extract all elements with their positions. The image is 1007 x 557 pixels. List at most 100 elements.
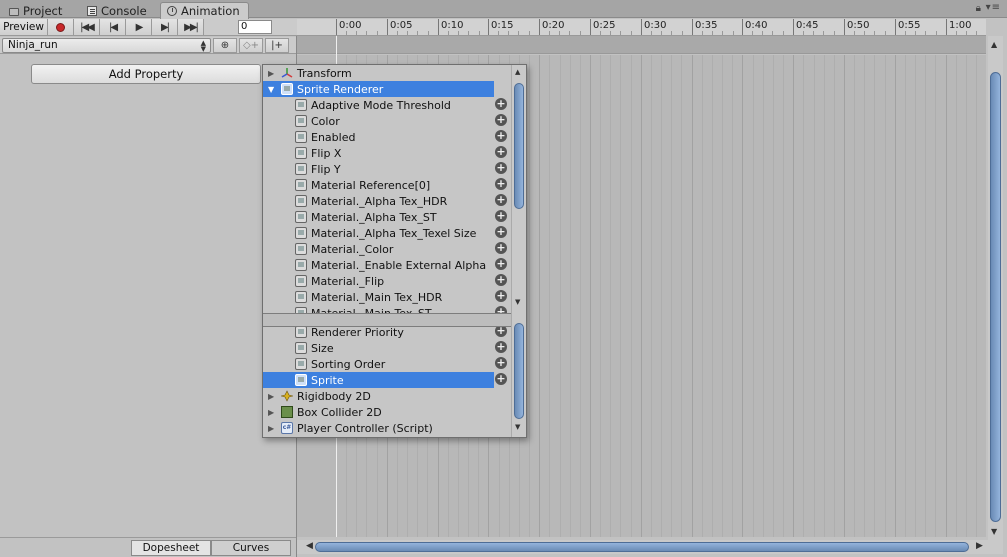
- add-icon[interactable]: +: [495, 98, 507, 110]
- property-row-material-main-tex-hdr[interactable]: Material._Main Tex_HDR +: [263, 289, 511, 305]
- timeline-gridline: [885, 55, 886, 537]
- sprite-renderer-icon: [295, 243, 307, 255]
- property-row-adaptive-mode-threshold[interactable]: Adaptive Mode Threshold +: [263, 97, 511, 113]
- ruler-minor-tick: [549, 31, 550, 35]
- collapsed-arrow-icon[interactable]: ▶: [268, 392, 274, 401]
- timeline-gridline: [549, 55, 550, 537]
- property-row-enabled[interactable]: Enabled +: [263, 129, 511, 145]
- event-row[interactable]: [297, 36, 986, 54]
- tab-menu-icon[interactable]: ▾≡: [986, 2, 1001, 13]
- first-keyframe-icon: |◀◀: [80, 21, 95, 33]
- timeline-gridline: [692, 55, 693, 537]
- frame-field[interactable]: 0: [238, 20, 272, 34]
- add-icon[interactable]: +: [495, 210, 507, 222]
- property-row-size[interactable]: Size +: [263, 340, 511, 356]
- sprite-renderer-icon: [295, 374, 307, 386]
- ruler-time-label: 0:50: [847, 20, 870, 31]
- time-ruler[interactable]: 0:00 0:05 0:10 0:15 0:20 0:25 0:30 0:35 0:40 0:45…: [297, 19, 986, 36]
- add-icon[interactable]: +: [495, 226, 507, 238]
- add-icon[interactable]: +: [495, 290, 507, 302]
- component-row-sprite-renderer[interactable]: ▼ Sprite Renderer: [263, 81, 494, 97]
- collapsed-arrow-icon[interactable]: ▶: [268, 424, 274, 433]
- popup-scroll-thumb-lower[interactable]: [514, 323, 524, 419]
- add-icon[interactable]: +: [495, 130, 507, 142]
- property-row-sprite[interactable]: Sprite +: [263, 372, 507, 388]
- ruler-minor-tick: [956, 31, 957, 35]
- horizontal-scroll-thumb[interactable]: [315, 542, 969, 552]
- scroll-left-icon[interactable]: ◀: [306, 541, 313, 551]
- add-icon[interactable]: +: [495, 373, 507, 385]
- ruler-minor-tick: [722, 31, 723, 35]
- ruler-minor-tick: [366, 31, 367, 35]
- scroll-up-icon[interactable]: ▲: [991, 40, 997, 49]
- add-icon[interactable]: +: [495, 242, 507, 254]
- add-icon[interactable]: +: [495, 146, 507, 158]
- ruler-minor-tick: [498, 31, 499, 35]
- property-row-material-alpha-tex-texel-size[interactable]: Material._Alpha Tex_Texel Size +: [263, 225, 511, 241]
- component-row-transform[interactable]: ▶ Transform: [263, 65, 511, 81]
- add-icon[interactable]: +: [495, 114, 507, 126]
- collapsed-arrow-icon[interactable]: ▶: [268, 408, 274, 417]
- previous-keyframe-button[interactable]: |◀: [100, 19, 126, 35]
- tab-project[interactable]: Project: [2, 2, 71, 19]
- sprite-renderer-icon: [295, 163, 307, 175]
- playhead-marker[interactable]: [336, 36, 337, 55]
- clip-dropdown[interactable]: Ninja_run ▲ ▼: [2, 37, 211, 53]
- console-icon: [87, 6, 97, 16]
- add-icon[interactable]: +: [495, 357, 507, 369]
- component-row-player-controller-script[interactable]: ▶ c# Player Controller (Script): [263, 420, 511, 436]
- vertical-scrollbar[interactable]: ▲ ▼: [988, 36, 1003, 540]
- add-icon[interactable]: +: [495, 341, 507, 353]
- vertical-scroll-thumb[interactable]: [990, 72, 1001, 522]
- timeline-gridline: [722, 55, 723, 537]
- first-keyframe-button[interactable]: |◀◀: [74, 19, 100, 35]
- property-row-material-enable-external-alpha[interactable]: Material._Enable External Alpha +: [263, 257, 511, 273]
- add-event-button[interactable]: |+: [265, 37, 289, 53]
- property-row-flip-x[interactable]: Flip X +: [263, 145, 511, 161]
- ruler-major-tick: [387, 19, 388, 35]
- curves-tab[interactable]: Curves: [211, 540, 291, 556]
- component-row-box-collider-2d[interactable]: ▶ Box Collider 2D: [263, 404, 511, 420]
- property-row-material-flip[interactable]: Material._Flip +: [263, 273, 511, 289]
- lock-icon[interactable]: 🔒︎: [976, 3, 981, 14]
- add-keyframe-button[interactable]: ◇+: [239, 37, 263, 53]
- property-row-material-alpha-tex-hdr[interactable]: Material._Alpha Tex_HDR +: [263, 193, 511, 209]
- ruler-minor-tick: [854, 31, 855, 35]
- record-button[interactable]: [48, 19, 74, 35]
- ruler-minor-tick: [377, 31, 378, 35]
- ruler-major-tick: [336, 19, 337, 35]
- preview-button[interactable]: Preview: [0, 19, 48, 35]
- property-row-material-alpha-tex-st[interactable]: Material._Alpha Tex_ST +: [263, 209, 511, 225]
- play-button[interactable]: ▶: [126, 19, 152, 35]
- add-icon[interactable]: +: [495, 194, 507, 206]
- property-row-flip-y[interactable]: Flip Y +: [263, 161, 511, 177]
- add-property-button[interactable]: Add Property: [31, 64, 261, 84]
- popup-scrollbar[interactable]: ▲ ▼ ▼: [511, 65, 526, 437]
- add-icon[interactable]: +: [495, 162, 507, 174]
- property-row-sorting-order[interactable]: Sorting Order +: [263, 356, 511, 372]
- scroll-right-icon[interactable]: ▶: [976, 541, 983, 551]
- dopesheet-tab[interactable]: Dopesheet: [131, 540, 211, 556]
- add-icon[interactable]: +: [495, 258, 507, 270]
- popup-scroll-down-icon-lower[interactable]: ▼: [515, 423, 520, 431]
- component-row-rigidbody-2d[interactable]: ▶ Rigidbody 2D: [263, 388, 511, 404]
- popup-scroll-up-icon[interactable]: ▲: [515, 68, 520, 76]
- collapsed-arrow-icon[interactable]: ▶: [268, 69, 274, 78]
- last-keyframe-button[interactable]: ▶▶|: [178, 19, 204, 35]
- add-icon[interactable]: +: [495, 274, 507, 286]
- popup-scroll-down-icon[interactable]: ▼: [515, 298, 520, 306]
- property-row-color[interactable]: Color +: [263, 113, 511, 129]
- tab-animation[interactable]: Animation: [160, 2, 249, 19]
- tab-console[interactable]: Console: [80, 2, 156, 19]
- property-row-material-reference-0[interactable]: Material Reference[0] +: [263, 177, 511, 193]
- next-keyframe-button[interactable]: ▶|: [152, 19, 178, 35]
- property-row-material-color[interactable]: Material._Color +: [263, 241, 511, 257]
- expanded-arrow-icon[interactable]: ▼: [268, 85, 274, 94]
- horizontal-scrollbar[interactable]: ◀ ▶: [297, 540, 1003, 554]
- scroll-down-icon[interactable]: ▼: [991, 527, 997, 536]
- key-all-button[interactable]: ⊕: [213, 37, 237, 53]
- add-icon[interactable]: +: [495, 178, 507, 190]
- popup-scroll-thumb[interactable]: [514, 83, 524, 209]
- timeline-gridline: [661, 55, 662, 537]
- ruler-time-label: 0:05: [390, 20, 413, 31]
